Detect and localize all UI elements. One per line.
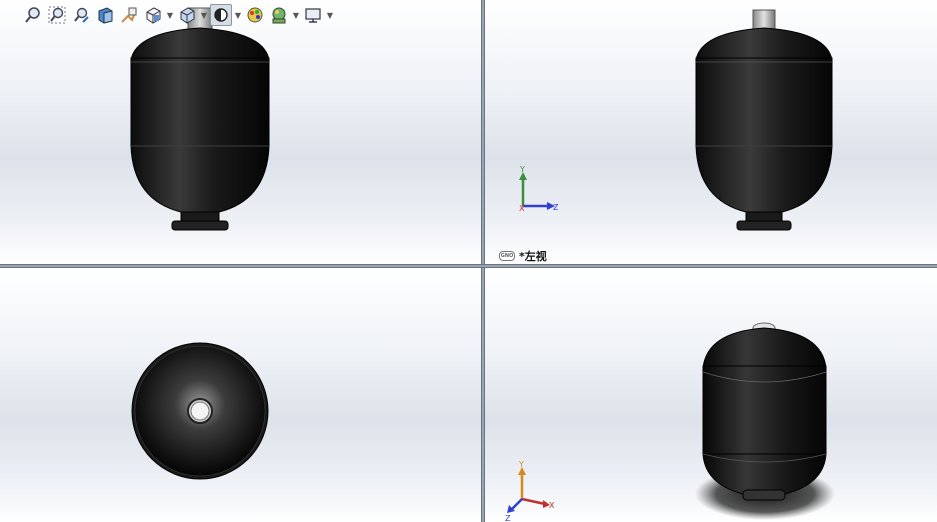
display-style-icon	[180, 7, 195, 24]
model-left-view[interactable]: Y Z X	[485, 0, 937, 264]
view-orientation-button[interactable]	[142, 4, 164, 26]
model-top-view[interactable]	[0, 268, 481, 522]
zoom-to-fit-icon	[25, 7, 40, 23]
view-name-label: GNO *左视	[499, 248, 547, 264]
triad-y-label: Y	[519, 165, 525, 174]
triad-y-label: Y	[518, 460, 524, 469]
viewport-top[interactable]	[0, 268, 481, 522]
hide-show-items-dropdown[interactable]: ▼	[234, 4, 242, 26]
triad-z-axis	[511, 498, 523, 510]
zoom-to-area-button[interactable]	[46, 4, 68, 26]
section-view-icon	[98, 7, 113, 24]
apply-scene-icon	[272, 7, 286, 24]
hide-show-items-icon	[214, 8, 228, 22]
zoom-to-area-icon	[48, 6, 66, 24]
model-front-view[interactable]	[0, 0, 481, 264]
viewport-splitter-vertical[interactable]	[481, 0, 485, 522]
display-style-button[interactable]	[176, 4, 198, 26]
heads-up-view-toolbar: ▼ ▼ ▼ ▼ ▼	[22, 2, 334, 28]
triad-x-label: X	[549, 501, 555, 510]
triad-x-axis	[521, 497, 546, 506]
model-isometric-view[interactable]: Y X Z	[485, 268, 937, 522]
viewport-splitter-horizontal[interactable]	[0, 264, 937, 268]
edit-appearance-icon	[247, 7, 263, 23]
view-name-text: *左视	[519, 250, 547, 263]
view-settings-dropdown[interactable]: ▼	[326, 4, 334, 26]
edit-appearance-button[interactable]	[244, 4, 266, 26]
view-orientation-icon	[146, 7, 161, 24]
previous-view-button[interactable]	[70, 4, 92, 26]
axis-triad-left: Y Z X	[519, 165, 559, 213]
graphics-area[interactable]: Y Z X GNO *左视 Y X Z ▼ ▼ ▼ ▼ ▼	[0, 0, 937, 522]
triad-z-label: Z	[505, 514, 511, 522]
view-settings-button[interactable]	[302, 4, 324, 26]
zoom-to-fit-button[interactable]	[22, 4, 44, 26]
triad-z-label: Z	[553, 203, 559, 212]
view-orientation-dropdown[interactable]: ▼	[166, 4, 174, 26]
apply-scene-dropdown[interactable]: ▼	[292, 4, 300, 26]
view-tag: GNO	[499, 251, 515, 261]
axis-triad-iso: Y X Z	[505, 460, 555, 522]
viewport-left[interactable]: Y Z X GNO *左视	[485, 0, 937, 264]
apply-scene-button[interactable]	[268, 4, 290, 26]
display-style-dropdown[interactable]: ▼	[200, 4, 208, 26]
dynamic-annotation-button[interactable]	[118, 4, 140, 26]
viewport-front[interactable]	[0, 0, 481, 264]
dynamic-annotation-icon	[121, 7, 137, 23]
viewport-isometric[interactable]: Y X Z	[485, 268, 937, 522]
triad-x-label: X	[519, 204, 525, 213]
previous-view-icon	[74, 7, 89, 23]
view-settings-icon	[305, 8, 321, 23]
hide-show-items-button[interactable]	[210, 4, 232, 26]
section-view-button[interactable]	[94, 4, 116, 26]
